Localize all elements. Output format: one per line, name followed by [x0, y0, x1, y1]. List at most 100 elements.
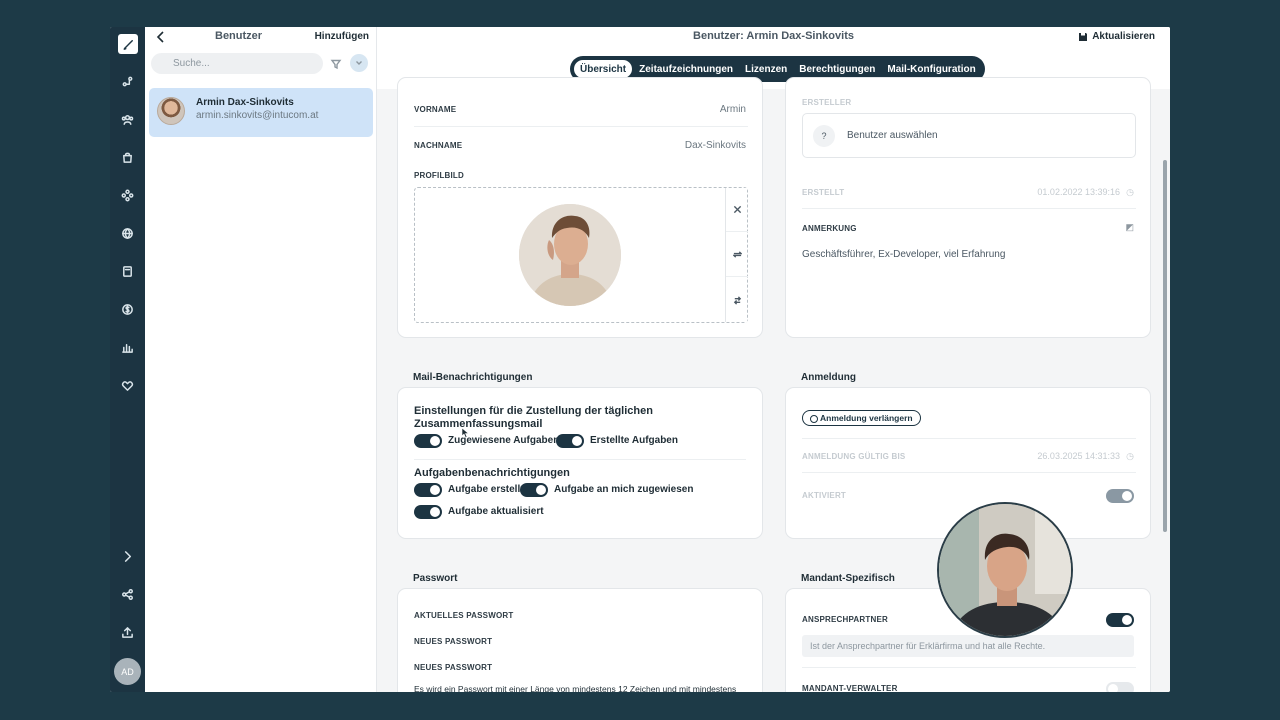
tab-lizenzen[interactable]: Lizenzen	[739, 59, 793, 79]
page-title: Benutzer: Armin Dax-Sinkovits	[693, 30, 854, 42]
creator-label: ERSTELLER	[802, 98, 852, 107]
user-list-panel: Benutzer Hinzufügen Armin Dax-Sinkovits …	[145, 27, 377, 692]
first-name-label: VORNAME	[414, 105, 457, 114]
refresh-label: Aktualisieren	[1092, 31, 1155, 42]
close-icon[interactable]	[726, 188, 748, 232]
tab-zeitaufzeichnungen[interactable]: Zeitaufzeichnungen	[633, 59, 739, 79]
filter-icon[interactable]	[330, 57, 342, 70]
list-item[interactable]: Armin Dax-Sinkovits armin.sinkovits@intu…	[149, 88, 373, 137]
search-input[interactable]	[151, 53, 323, 74]
toggle-task-created[interactable]	[414, 483, 442, 497]
photo-dropzone[interactable]	[414, 187, 748, 323]
share-icon[interactable]	[117, 584, 138, 605]
contact-hint: Ist der Ansprechpartner für Erklärfirma …	[802, 635, 1134, 657]
list-title: Benutzer	[215, 30, 263, 42]
mail-card: Einstellungen für die Zustellung der täg…	[397, 387, 763, 539]
tenant-admin-label: MANDANT-VERWALTER	[802, 684, 898, 692]
clock-icon: ◷	[1126, 187, 1134, 197]
divider	[414, 126, 748, 127]
last-name-label: NACHNAME	[414, 141, 463, 150]
edit-icon[interactable]: ◩	[1125, 222, 1134, 233]
photo-toolbar	[725, 188, 748, 322]
swap-icon[interactable]	[726, 278, 748, 322]
toggle-task-assigned-label: Aufgabe an mich zugewiesen	[554, 484, 694, 495]
created-value: 01.02.2022 13:39:16	[1037, 187, 1120, 197]
toggle-task-updated[interactable]	[414, 505, 442, 519]
tab-uebersicht[interactable]: Übersicht	[573, 59, 634, 79]
toggle-task-updated-label: Aufgabe aktualisiert	[448, 506, 544, 517]
mouse-cursor-icon	[462, 428, 470, 438]
creator-select[interactable]: ? Benutzer auswählen	[802, 113, 1136, 158]
login-section-title: Anmeldung	[801, 372, 856, 383]
add-user-button[interactable]: Hinzufügen	[315, 31, 369, 42]
divider	[802, 438, 1136, 439]
toggle-assigned-tasks[interactable]	[414, 434, 442, 448]
tab-mail-konfiguration[interactable]: Mail-Konfiguration	[881, 59, 981, 79]
toggle-created-tasks[interactable]	[556, 434, 584, 448]
profile-photo	[519, 204, 621, 306]
webcam-overlay	[937, 502, 1073, 638]
password-card: AKTUELLES PASSWORT NEUES PASSWORT NEUES …	[397, 588, 763, 692]
profile-photo-label: PROFILBILD	[414, 171, 464, 180]
divider	[802, 472, 1136, 473]
scrollbar[interactable]	[1163, 160, 1167, 532]
new-password-label: NEUES PASSWORT	[414, 637, 493, 646]
active-label: AKTIVIERT	[802, 491, 847, 500]
chevron-right-icon[interactable]	[117, 546, 138, 567]
back-chevron-icon[interactable]	[155, 30, 167, 44]
user-avatar[interactable]: AD	[114, 658, 141, 685]
divider	[802, 208, 1136, 209]
profile-card: VORNAME Armin NACHNAME Dax-Sinkovits PRO…	[397, 77, 763, 338]
extend-login-label: Anmeldung verlängern	[820, 413, 913, 423]
modules-icon[interactable]	[117, 185, 138, 206]
toggle-tenant-admin[interactable]	[1106, 682, 1134, 692]
creator-placeholder: Benutzer auswählen	[847, 130, 938, 141]
question-icon: ?	[813, 125, 835, 147]
globe-icon[interactable]	[117, 223, 138, 244]
password-section-title: Passwort	[413, 573, 458, 584]
clock-icon: ◷	[1126, 451, 1134, 461]
user-avatar	[157, 97, 185, 125]
valid-until-label: ANMELDUNG GÜLTIG BIS	[802, 452, 906, 461]
toggle-active[interactable]	[1106, 489, 1134, 503]
valid-until-value: 26.03.2025 14:31:33	[1037, 451, 1120, 461]
current-password-label: AKTUELLES PASSWORT	[414, 611, 514, 620]
refresh-button[interactable]: Aktualisieren	[1078, 31, 1155, 42]
mail-section-title: Mail-Benachrichtigungen	[413, 372, 533, 383]
first-name-value[interactable]: Armin	[720, 104, 746, 115]
toggle-task-created-label: Aufgabe erstellt	[448, 484, 524, 495]
workflow-icon[interactable]	[117, 71, 138, 92]
user-email: armin.sinkovits@intucom.at	[196, 110, 319, 121]
nav-rail: AD	[110, 27, 145, 692]
pen-logo-icon[interactable]	[118, 34, 138, 54]
tenant-section-title: Mandant-Spezifisch	[801, 573, 895, 584]
last-name-value[interactable]: Dax-Sinkovits	[685, 140, 746, 151]
users-icon[interactable]	[117, 109, 138, 130]
upload-icon[interactable]	[117, 622, 138, 643]
shopping-bag-icon[interactable]	[117, 147, 138, 168]
save-icon	[1079, 32, 1088, 41]
task-heading: Aufgabenbenachrichtigungen	[414, 467, 570, 479]
extend-login-button[interactable]: Anmeldung verlängern	[802, 410, 921, 426]
toggle-created-tasks-label: Erstellte Aufgaben	[590, 435, 678, 446]
rotate-icon[interactable]	[726, 233, 748, 277]
password-hint: Es wird ein Passwort mit einer Länge von…	[414, 684, 737, 692]
toggle-contact[interactable]	[1106, 613, 1134, 627]
tab-berechtigungen[interactable]: Berechtigungen	[793, 59, 881, 79]
user-name: Armin Dax-Sinkovits	[196, 97, 294, 108]
contact-label: ANSPRECHPARTNER	[802, 615, 888, 624]
note-label: ANMERKUNG	[802, 224, 857, 233]
bar-chart-icon[interactable]	[117, 337, 138, 358]
divider	[802, 667, 1136, 668]
repeat-password-label: NEUES PASSWORT	[414, 663, 493, 672]
created-label: ERSTELLT	[802, 188, 845, 197]
dollar-icon[interactable]	[117, 299, 138, 320]
toggle-task-assigned[interactable]	[520, 483, 548, 497]
chevron-down-icon[interactable]	[350, 54, 368, 72]
book-icon[interactable]	[117, 261, 138, 282]
note-value[interactable]: Geschäftsführer, Ex-Developer, viel Erfa…	[802, 249, 1005, 260]
meta-card: ERSTELLER ? Benutzer auswählen ERSTELLT …	[785, 77, 1151, 338]
list-header: Benutzer Hinzufügen	[145, 27, 377, 49]
heart-icon[interactable]	[117, 375, 138, 396]
divider	[414, 459, 746, 460]
